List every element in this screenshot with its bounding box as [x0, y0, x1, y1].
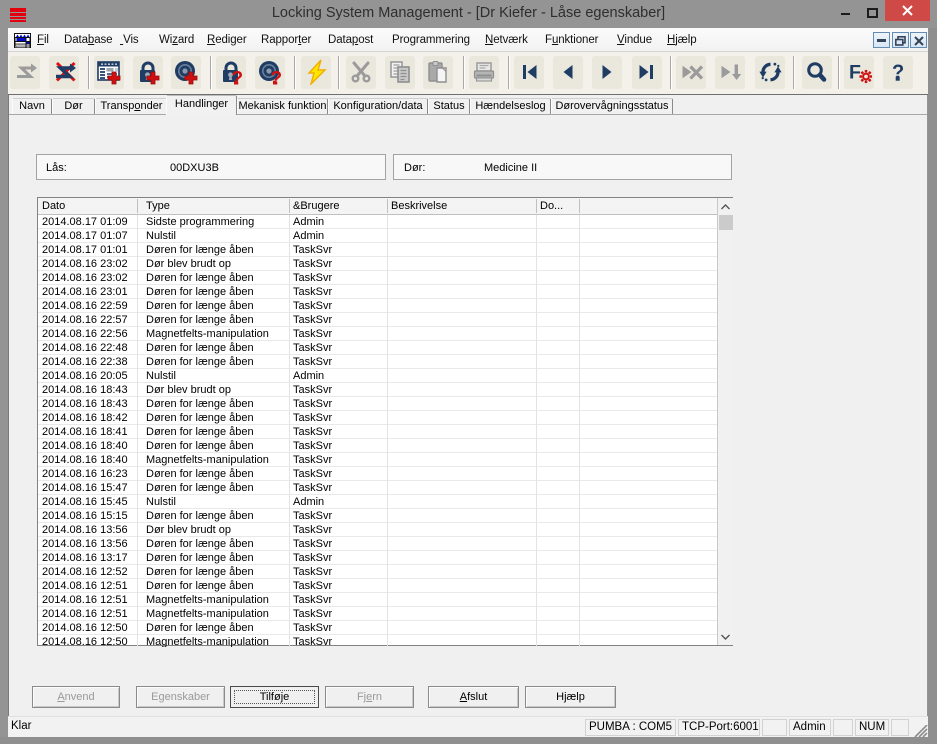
svg-text:F: F: [849, 62, 861, 84]
